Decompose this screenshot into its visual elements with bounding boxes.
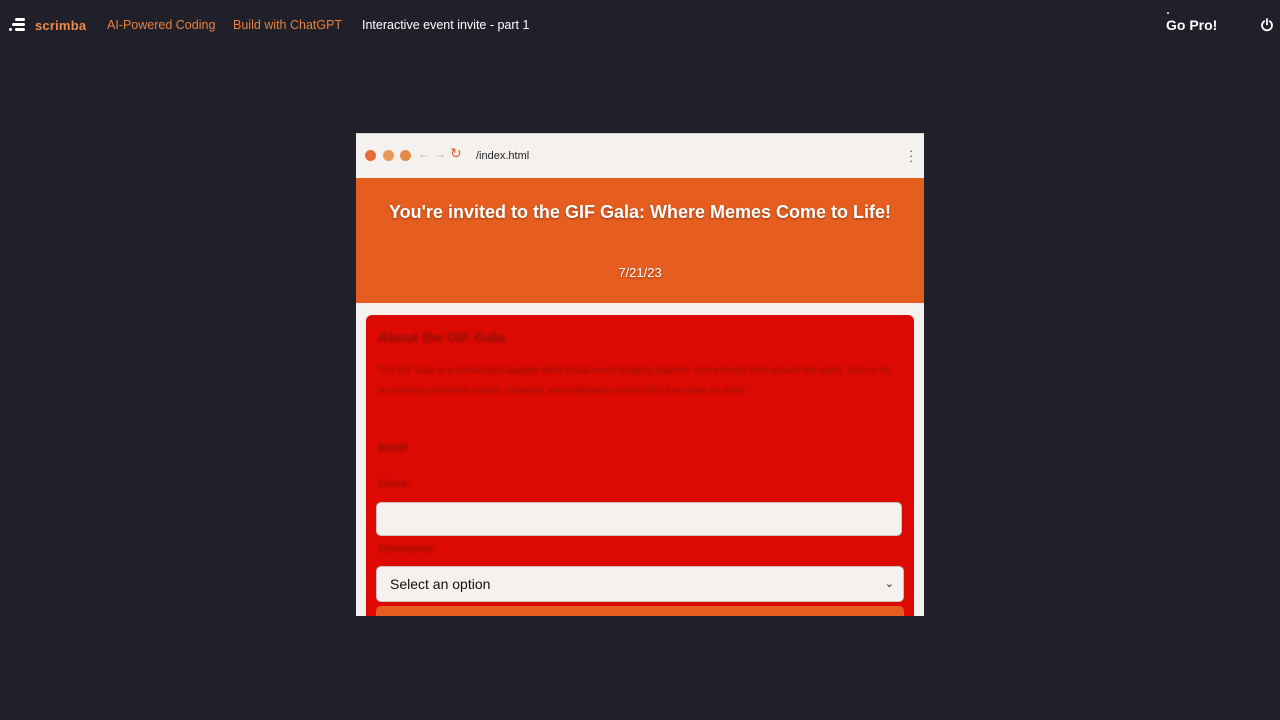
invite-title: You're invited to the GIF Gala: Where Me… [388,202,891,222]
invite-header: You're invited to the GIF Gala: Where Me… [356,178,924,303]
event-card: About the GIF Gala The GIF Gala is a vib… [366,315,914,616]
back-icon[interactable]: ← [418,147,430,161]
breadcrumb-current-lesson: Interactive event invite - part 1 [362,18,530,32]
attendance-label: Attendance: [378,543,437,555]
reload-icon[interactable]: ↻ [450,145,462,162]
submit-button[interactable] [376,606,904,616]
go-pro-dot [1167,12,1169,14]
scrimba-logo-icon [9,17,27,33]
name-label: Name: [378,478,411,490]
url-bar[interactable]: /index.html [476,150,529,162]
rsvp-heading: RSVP [378,443,408,455]
forward-icon[interactable]: → [434,147,446,161]
scrimba-logo[interactable]: scrimba [9,17,86,33]
card-paragraph: The GIF Gala is a vibrant and laughter-f… [378,365,892,396]
attendance-select-value: Select an option [390,576,491,592]
attendance-select[interactable]: Select an option ⌄ [376,566,904,602]
chevron-down-icon: ⌄ [884,578,894,590]
window-dot-icon [400,150,411,161]
power-icon[interactable] [1260,18,1274,32]
more-options-icon[interactable]: · · · [909,144,913,167]
window-dot-icon [365,150,376,161]
preview-window: ← → ↻ /index.html · · · You're invited to … [356,133,924,616]
breadcrumb-module[interactable]: Build with ChatGPT [233,18,342,32]
card-heading: About the GIF Gala [378,329,505,345]
name-input[interactable] [376,502,902,536]
logo-text: scrimba [35,17,87,33]
top-navigation: scrimba AI-Powered Coding Build with Cha… [0,0,1280,52]
browser-bar: ← → ↻ /index.html · · · [356,134,924,179]
go-pro-button[interactable]: Go Pro! [1166,17,1217,33]
invite-date: 7/21/23 [618,265,662,280]
window-dot-icon [383,150,394,161]
breadcrumb-course[interactable]: AI-Powered Coding [107,18,215,32]
